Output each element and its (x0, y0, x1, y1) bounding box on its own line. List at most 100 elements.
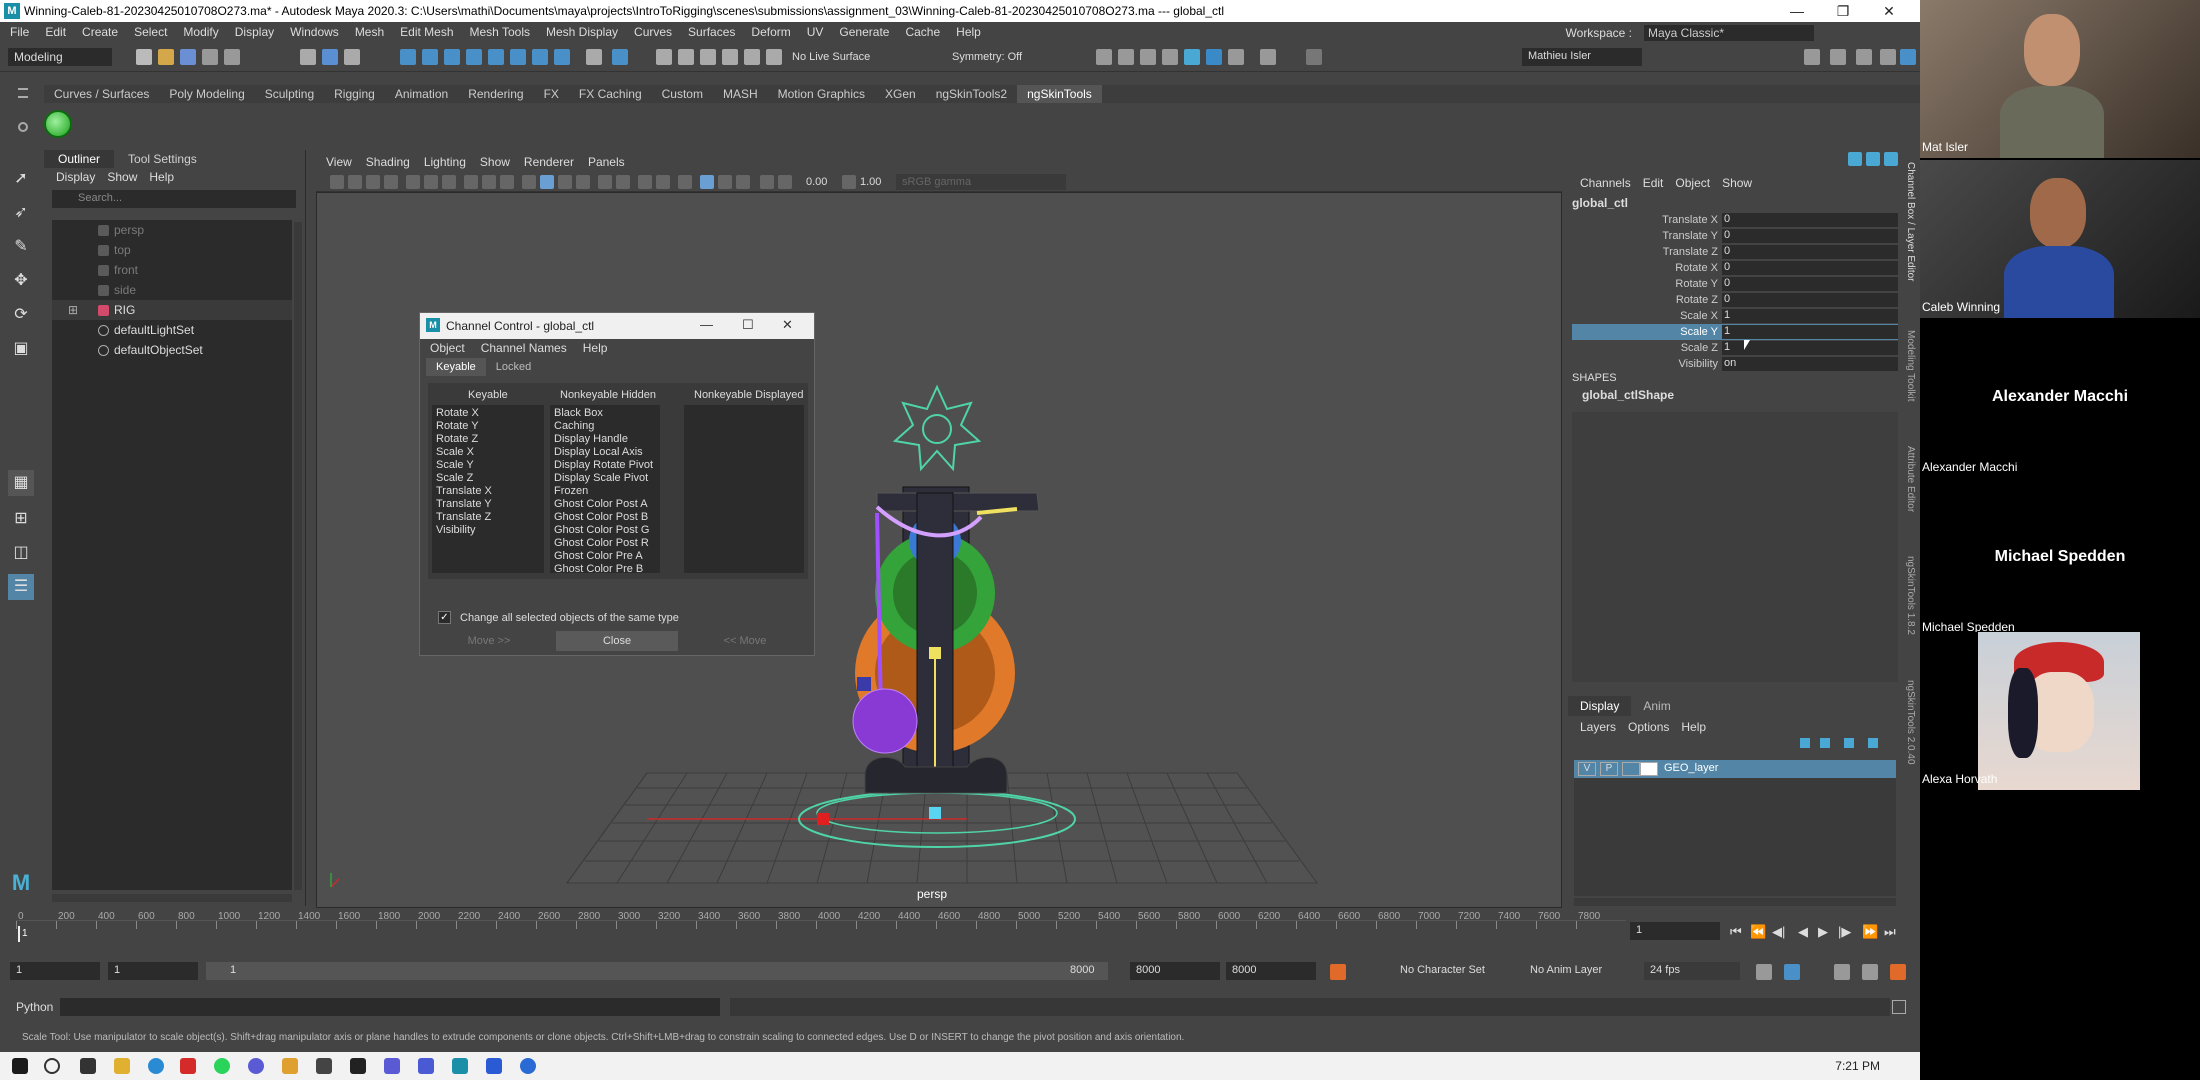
outliner-menu-show[interactable]: Show (107, 170, 137, 184)
hypershade-icon[interactable] (1184, 49, 1200, 65)
textured-icon[interactable] (576, 175, 590, 189)
attr-translate-x[interactable]: Translate X 0 (1572, 212, 1898, 228)
list-item[interactable]: Display Rotate Pivot (550, 459, 660, 472)
reflection-icon[interactable] (722, 49, 738, 65)
app-icon-5[interactable] (486, 1058, 502, 1074)
list-item[interactable]: Caching (550, 420, 660, 433)
go-to-start-icon[interactable]: ⏮ (1730, 924, 1742, 940)
maya-taskbar-icon[interactable] (452, 1058, 468, 1074)
menu-curves[interactable]: Curves (634, 25, 672, 39)
shelf-tab-poly-modeling[interactable]: Poly Modeling (159, 85, 254, 103)
windows-start-icon[interactable] (12, 1058, 28, 1074)
hidden-list-scrollbar[interactable] (662, 405, 672, 573)
viewport-menu-shading[interactable]: Shading (366, 155, 410, 169)
tab-outliner[interactable]: Outliner (44, 150, 115, 168)
tab-anim-layers[interactable]: Anim (1631, 696, 1682, 716)
anti-aliasing-icon[interactable] (678, 175, 692, 189)
modeling-toolkit-toggle-icon[interactable] (1804, 49, 1820, 65)
render-frame-icon[interactable] (1118, 49, 1134, 65)
move-right-button[interactable]: Move >> (428, 631, 550, 651)
lock-icon[interactable] (586, 49, 602, 65)
time-slider-track[interactable]: 0 200 400 600 800 1000 1200 1400 1600 1800 2000 220… (16, 911, 1626, 946)
gate-mask-icon[interactable] (464, 175, 478, 189)
shelf-tab-sculpting[interactable]: Sculpting (255, 85, 324, 103)
soft-select-icon[interactable] (700, 49, 716, 65)
animation-end-field[interactable]: 8000 (1226, 962, 1316, 980)
side-tab-ngskintools-2[interactable]: ngSkinTools 2.0.40 (1905, 680, 1916, 765)
menu-mesh-tools[interactable]: Mesh Tools (470, 25, 530, 39)
shelf-tab-ngskintools[interactable]: ngSkinTools (1017, 85, 1102, 103)
outliner-layout-icon[interactable]: ☰ (8, 574, 34, 600)
new-layer-selected-icon[interactable] (1868, 738, 1878, 748)
cc-menu-object[interactable]: Object (430, 341, 465, 355)
outliner-menu-help[interactable]: Help (149, 170, 174, 184)
select-camera-icon[interactable] (330, 175, 344, 189)
outliner-item-top[interactable]: top (52, 240, 292, 260)
preferences-icon[interactable] (1862, 964, 1878, 980)
close-dialog-button[interactable]: Close (556, 631, 678, 651)
symmetry-label[interactable]: Symmetry: Off (952, 51, 1022, 63)
attr-value[interactable]: 0 (1722, 245, 1898, 259)
range-bar[interactable] (206, 962, 1108, 980)
channels-object-menu[interactable]: Object (1675, 176, 1710, 190)
auto-key-icon[interactable] (1330, 964, 1346, 980)
sound-icon[interactable] (1834, 964, 1850, 980)
dialog-minimize-button[interactable]: — (700, 317, 713, 332)
attr-value[interactable]: 0 (1722, 261, 1898, 275)
shelf-tab-xgen[interactable]: XGen (875, 85, 926, 103)
viewport-menu-view[interactable]: View (326, 155, 352, 169)
open-scene-icon[interactable] (158, 49, 174, 65)
shelf-tab-rendering[interactable]: Rendering (458, 85, 533, 103)
menu-edit[interactable]: Edit (45, 25, 66, 39)
menu-select[interactable]: Select (134, 25, 167, 39)
layer-row-geo[interactable]: V P GEO_layer (1574, 760, 1896, 778)
animation-start-field[interactable]: 1 (10, 962, 100, 980)
playback-end-field[interactable]: 8000 (1130, 962, 1220, 980)
pdf-reader-icon[interactable] (180, 1058, 196, 1074)
app-icon-3[interactable] (316, 1058, 332, 1074)
xray-joints-icon[interactable] (736, 175, 750, 189)
fps-dropdown[interactable]: 24 fps (1644, 962, 1740, 980)
layer-help-menu[interactable]: Help (1681, 720, 1706, 734)
teams-icon[interactable] (384, 1058, 400, 1074)
viewport-menu-panels[interactable]: Panels (588, 155, 625, 169)
menu-edit-mesh[interactable]: Edit Mesh (400, 25, 453, 39)
history-icon[interactable] (612, 49, 628, 65)
viewport-menu-renderer[interactable]: Renderer (524, 155, 574, 169)
list-item[interactable]: Black Box (550, 407, 660, 420)
layers-menu[interactable]: Layers (1580, 720, 1616, 734)
colorspace-dropdown[interactable]: sRGB gamma (896, 174, 1066, 190)
list-item[interactable]: Ghost Color Post R (550, 537, 660, 550)
keyable-list[interactable]: Rotate X Rotate Y Rotate Z Scale X Scale… (432, 405, 544, 573)
snap-vertex-icon[interactable] (510, 49, 526, 65)
layer-visibility-toggle[interactable]: V (1578, 762, 1596, 776)
shelf-tab-animation[interactable]: Animation (385, 85, 458, 103)
human-ik-toggle-icon[interactable] (1830, 49, 1846, 65)
attr-rotate-y[interactable]: Rotate Y 0 (1572, 276, 1898, 292)
outliner-hscrollbar[interactable] (52, 894, 292, 902)
shelf-tab-mash[interactable]: MASH (713, 85, 768, 103)
menu-cache[interactable]: Cache (905, 25, 940, 39)
layer-type-toggle[interactable] (1622, 762, 1640, 776)
side-tab-attribute-editor[interactable]: Attribute Editor (1905, 446, 1916, 512)
edge-icon[interactable] (148, 1058, 164, 1074)
whatsapp-icon[interactable] (214, 1058, 230, 1074)
list-item[interactable]: Visibility (432, 524, 544, 537)
xray-icon[interactable] (718, 175, 732, 189)
outliner-item-persp[interactable]: persp (52, 220, 292, 240)
list-item[interactable]: Scale X (432, 446, 544, 459)
lasso-tool-icon[interactable]: ➶ (8, 200, 34, 226)
four-view-layout-icon[interactable]: ⊞ (8, 506, 34, 532)
list-item[interactable]: Ghost Color Post A (550, 498, 660, 511)
xray-components-icon[interactable] (760, 175, 774, 189)
undo-icon[interactable] (202, 49, 218, 65)
new-scene-icon[interactable] (136, 49, 152, 65)
snap-surface-icon[interactable] (488, 49, 504, 65)
shadows-icon[interactable] (616, 175, 630, 189)
outliner-item-defaultobjectset[interactable]: defaultObjectSet (52, 340, 292, 360)
attr-visibility[interactable]: Visibility on (1572, 356, 1898, 372)
move-layer-down-icon[interactable] (1820, 738, 1830, 748)
list-item[interactable]: Ghost Color Post B (550, 511, 660, 524)
menu-deform[interactable]: Deform (751, 25, 790, 39)
list-item[interactable]: Rotate Z (432, 433, 544, 446)
